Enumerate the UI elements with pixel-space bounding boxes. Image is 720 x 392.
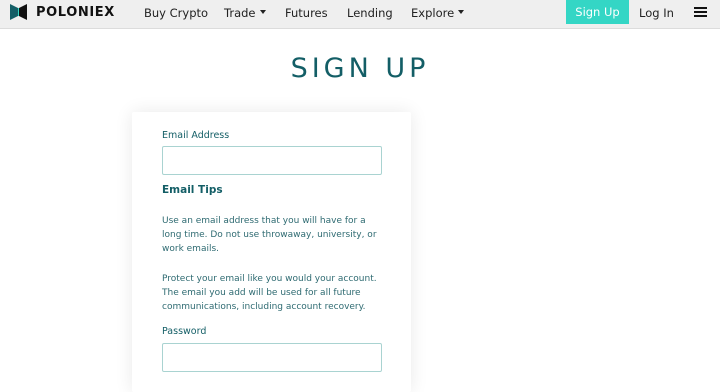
password-label: Password [162, 326, 207, 337]
email-field[interactable] [162, 146, 382, 175]
page-title: SIGN UP [290, 53, 430, 84]
menu-bar [694, 7, 707, 9]
nav-trade-label: Trade [224, 6, 256, 20]
signup-form-card: Email Address Email Tips Use an email ad… [132, 112, 411, 392]
nav-trade[interactable]: Trade [224, 6, 266, 20]
hamburger-menu-icon[interactable] [694, 7, 707, 17]
nav-explore-label: Explore [411, 6, 455, 20]
top-navigation-bar: POLONIEX Buy Crypto Trade Futures Lendin… [0, 0, 720, 29]
log-in-link[interactable]: Log In [639, 6, 674, 20]
brand-name: POLONIEX [36, 4, 115, 20]
email-tips-paragraph-2: Protect your email like you would your a… [162, 274, 377, 312]
nav-futures-label: Futures [285, 6, 328, 20]
nav-explore[interactable]: Explore [411, 6, 465, 20]
chevron-down-icon [259, 9, 266, 14]
nav-buy-crypto[interactable]: Buy Crypto [144, 6, 208, 20]
email-tips-title: Email Tips [162, 184, 223, 196]
email-label: Email Address [162, 130, 230, 141]
nav-lending[interactable]: Lending [347, 6, 393, 20]
nav-futures[interactable]: Futures [285, 6, 328, 20]
nav-buy-crypto-label: Buy Crypto [144, 6, 209, 20]
menu-bar [694, 11, 707, 13]
nav-lending-label: Lending [347, 6, 393, 20]
password-field[interactable] [162, 343, 382, 372]
menu-bar [694, 15, 707, 17]
poloniex-logo[interactable]: POLONIEX [10, 4, 115, 20]
sign-up-button[interactable]: Sign Up [566, 0, 629, 24]
chevron-down-icon [458, 9, 465, 14]
email-tips-paragraph-1: Use an email address that you will have … [162, 216, 377, 254]
poloniex-logo-icon [10, 4, 27, 20]
